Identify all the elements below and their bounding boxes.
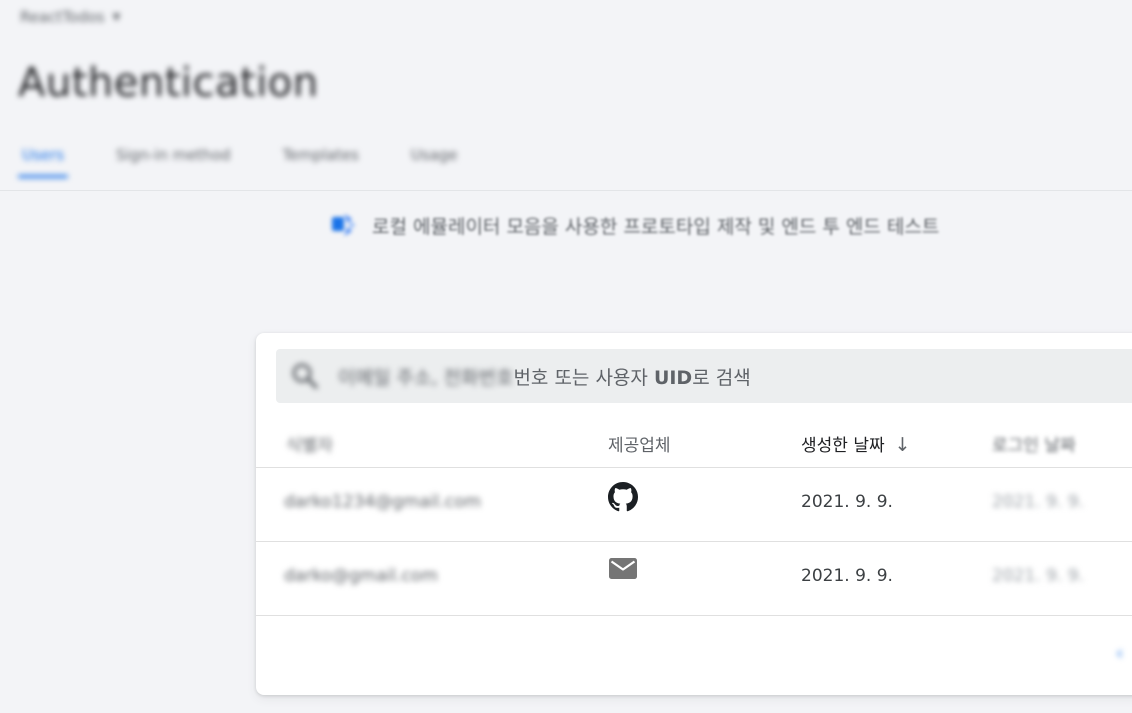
users-card: 이메일 주소, 전화번호번호 또는 사용자 UID로 검색 식별자 제공업체 생… (256, 333, 1132, 695)
tabs-divider (0, 190, 1132, 191)
column-provider[interactable]: 제공업체 (608, 431, 671, 456)
email-icon (608, 556, 638, 587)
search-placeholder-post: 로 검색 (692, 366, 751, 389)
project-selector[interactable]: ReactTodos ▼ (20, 8, 120, 26)
column-identifier[interactable]: 식별자 (286, 431, 333, 456)
column-created-label: 생성한 날짜 (801, 436, 885, 456)
search-placeholder-uid: UID (653, 366, 693, 389)
tab-users[interactable]: Users (18, 140, 69, 178)
row-identifier: darko1234@gmail.com (284, 492, 482, 512)
search-icon (290, 361, 320, 391)
search-placeholder: 이메일 주소, 전화번호번호 또는 사용자 UID로 검색 (338, 363, 751, 390)
row-signed-in-date: 2021. 9. 9. (992, 492, 1084, 512)
banner-text: 로컬 에뮬레이터 모음을 사용한 프로토타입 제작 및 엔드 투 엔드 테스트 (372, 215, 940, 238)
row-created-date: 2021. 9. 9. (801, 492, 893, 512)
row-signed-in-date: 2021. 9. 9. (992, 566, 1084, 586)
tab-bar: Users Sign-in method Templates Usage (18, 140, 462, 178)
search-input[interactable]: 이메일 주소, 전화번호번호 또는 사용자 UID로 검색 (276, 349, 1132, 403)
search-placeholder-blurred: 이메일 주소, 전화번호 (338, 366, 514, 389)
row-identifier: darko@gmail.com (284, 566, 438, 586)
row-created-date: 2021. 9. 9. (801, 566, 893, 586)
column-signed-in[interactable]: 로그인 날짜 (992, 431, 1076, 456)
table-header: 식별자 제공업체 생성한 날짜 ↓ 로그인 날짜 (256, 423, 1132, 468)
pagination-control[interactable]: ‹ (1116, 643, 1123, 664)
github-icon (608, 482, 638, 517)
emulator-banner[interactable]: 로컬 에뮬레이터 모음을 사용한 프로토타입 제작 및 엔드 투 엔드 테스트 (330, 210, 939, 240)
tab-sign-in-method[interactable]: Sign-in method (112, 140, 235, 178)
emulator-icon (330, 210, 356, 240)
tab-templates[interactable]: Templates (279, 140, 363, 178)
table-row[interactable]: darko@gmail.com 2021. 9. 9. 2021. 9. 9. (256, 542, 1132, 616)
chevron-down-icon: ▼ (112, 11, 121, 23)
table-row[interactable]: darko1234@gmail.com 2021. 9. 9. 2021. 9.… (256, 468, 1132, 542)
tab-usage[interactable]: Usage (407, 140, 462, 178)
project-name: ReactTodos (20, 8, 105, 26)
search-placeholder-pre: 번호 또는 사용자 (513, 366, 654, 389)
firebase-console-page: ReactTodos ▼ Authentication Users Sign-i… (0, 0, 1132, 713)
column-created[interactable]: 생성한 날짜 ↓ (801, 431, 911, 456)
page-title: Authentication (18, 60, 319, 106)
arrow-down-icon[interactable]: ↓ (895, 434, 911, 456)
